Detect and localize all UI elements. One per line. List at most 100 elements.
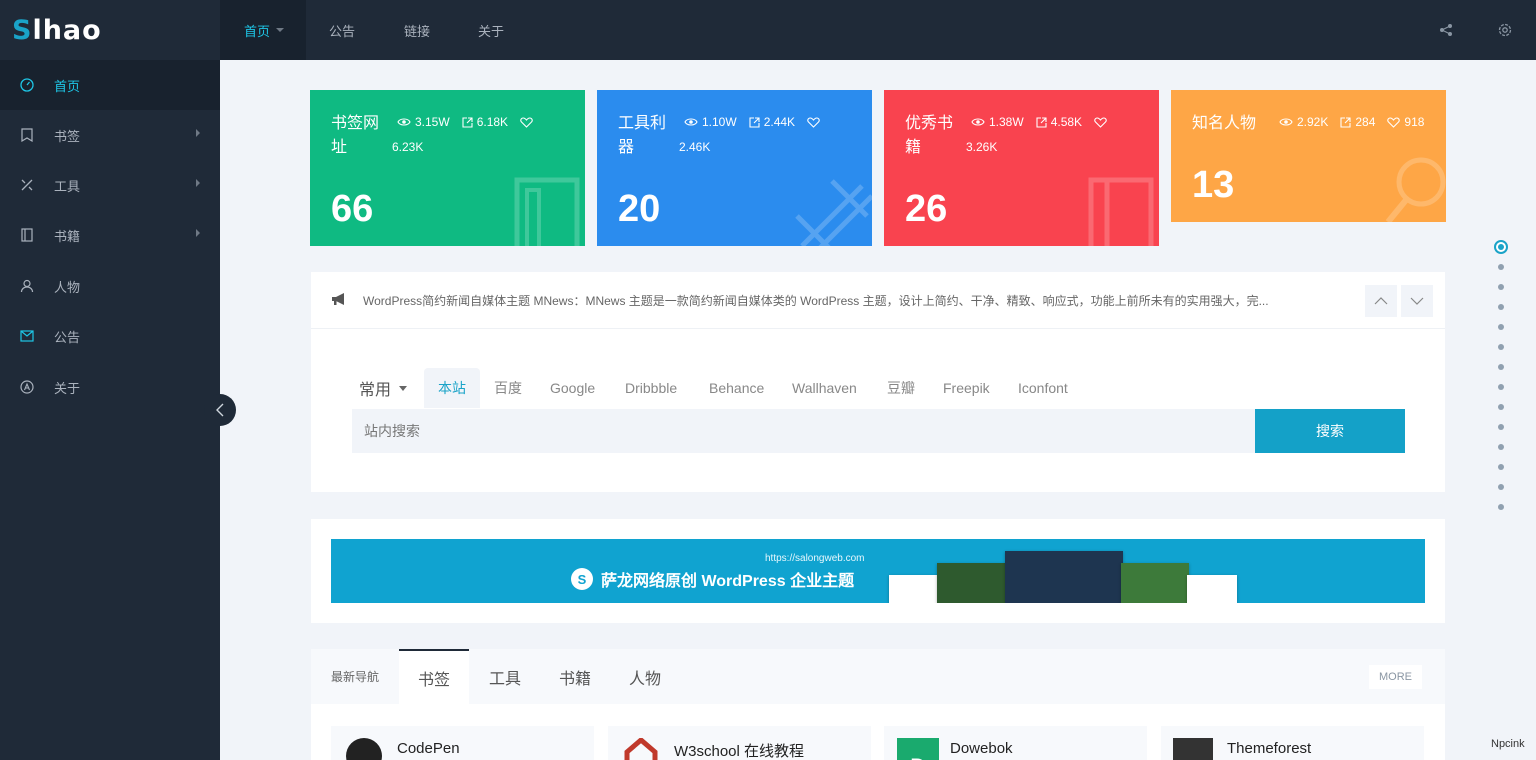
topnav-about[interactable]: 关于 xyxy=(478,0,504,60)
site-name: Themeforest xyxy=(1227,740,1312,757)
scroll-dot[interactable] xyxy=(1498,324,1504,330)
eye-icon xyxy=(684,118,698,126)
chevron-right-icon xyxy=(196,229,200,237)
sidebar-item-people[interactable]: 人物 xyxy=(0,261,220,311)
logo-text: lhao xyxy=(32,14,102,46)
search-engine-label: Freepik xyxy=(943,380,990,396)
scroll-dot[interactable] xyxy=(1498,304,1504,310)
links-count: 2.44K xyxy=(763,115,796,129)
topnav-home[interactable]: 首页 xyxy=(220,0,306,60)
share-icon xyxy=(1440,24,1452,36)
search-engine-label: Behance xyxy=(709,380,765,396)
card-stats: 3.15W 6.18K xyxy=(397,115,533,129)
sidebar-item-tools[interactable]: 工具 xyxy=(0,160,220,210)
scroll-dot[interactable] xyxy=(1498,364,1504,370)
sidebar-collapse-button[interactable] xyxy=(204,394,236,426)
dowebok-icon: D xyxy=(897,738,939,760)
tab-bookmarks[interactable]: 书签 xyxy=(399,649,469,704)
search-engine-wallhaven[interactable]: Wallhaven xyxy=(792,368,857,408)
sidebar-item-home[interactable]: 首页 xyxy=(0,60,220,110)
scroll-dot[interactable] xyxy=(1494,240,1508,254)
scroll-dot[interactable] xyxy=(1498,384,1504,390)
search-engine-google[interactable]: Google xyxy=(550,368,595,408)
scroll-dot[interactable] xyxy=(1498,264,1504,270)
search-engine-label: Google xyxy=(550,380,596,396)
sidebar-item-about[interactable]: 关于 xyxy=(0,362,220,412)
share-button[interactable] xyxy=(1439,0,1453,60)
search-engine-label: Wallhaven xyxy=(792,380,857,396)
scroll-dot[interactable] xyxy=(1498,404,1504,410)
notice-text[interactable]: WordPress简约新闻自媒体主题 MNews：MNews 主题是一款简约新闻… xyxy=(363,292,1269,309)
eye-icon xyxy=(1279,118,1293,126)
chevron-right-icon xyxy=(196,129,200,137)
search-button[interactable]: 搜索 xyxy=(1255,409,1405,453)
stat-card-people[interactable]: 知名人物 2.92K 284 918 13 xyxy=(1171,90,1446,222)
card-title: 知名人物 xyxy=(1192,115,1257,132)
scroll-dot[interactable] xyxy=(1498,444,1504,450)
search-input[interactable] xyxy=(352,409,1256,453)
banner-url: https://salongweb.com xyxy=(765,553,865,564)
tab-books[interactable]: 书籍 xyxy=(559,649,591,704)
site-card-dowebok[interactable]: D Dowebok xyxy=(884,726,1147,760)
mail-icon xyxy=(20,329,34,343)
sidebar-item-notice[interactable]: 公告 xyxy=(0,311,220,361)
banner-screenshot xyxy=(1005,551,1123,603)
search-engine-behance[interactable]: Behance xyxy=(709,368,764,408)
tab-people[interactable]: 人物 xyxy=(629,649,661,704)
chevron-right-icon xyxy=(196,179,200,187)
site-logo[interactable]: Slhao xyxy=(0,0,220,60)
card-stats: 1.10W 2.44K xyxy=(684,115,820,129)
sidebar-item-label: 书签 xyxy=(54,128,81,144)
notice-prev-button[interactable] xyxy=(1365,285,1397,317)
tools-watermark-icon xyxy=(795,179,872,246)
stat-card-bookmarks[interactable]: 书签网址 3.15W 6.18K 6.23K 66 xyxy=(310,90,585,246)
stat-card-tools[interactable]: 工具利器 1.10W 2.44K 2.46K 20 xyxy=(597,90,872,246)
search-engine-dribbble[interactable]: Dribbble xyxy=(625,368,677,408)
book-watermark-icon xyxy=(1088,177,1154,246)
topnav-notice[interactable]: 公告 xyxy=(329,0,355,60)
search-engine-douban[interactable]: 豆瓣 xyxy=(887,368,915,408)
site-list: CodePen W3school 在线教程 D Dowebok Themefor… xyxy=(311,704,1445,760)
scroll-dot[interactable] xyxy=(1498,424,1504,430)
card-count: 26 xyxy=(905,188,948,230)
chevron-down-icon xyxy=(399,385,408,391)
search-engine-freepik[interactable]: Freepik xyxy=(943,368,990,408)
topnav-label: 链接 xyxy=(404,23,431,39)
site-card-w3school[interactable]: W3school 在线教程 xyxy=(608,726,871,760)
notice-next-button[interactable] xyxy=(1401,285,1433,317)
more-button[interactable]: MORE xyxy=(1369,665,1422,689)
topnav-links[interactable]: 链接 xyxy=(404,0,430,60)
sidebar-item-label: 公告 xyxy=(54,329,81,345)
search-engine-site[interactable]: 本站 xyxy=(424,368,480,408)
search-button-label: 搜索 xyxy=(1316,423,1344,439)
search-group-select[interactable]: 常用 xyxy=(359,368,408,408)
ad-banner[interactable]: https://salongweb.com S 萨龙网络原创 WordPress… xyxy=(331,539,1425,603)
likes-count: 2.46K xyxy=(679,140,711,154)
megaphone-icon xyxy=(332,293,344,305)
banner-screenshot xyxy=(937,563,1007,603)
stat-card-books[interactable]: 优秀书籍 1.38W 4.58K 3.26K 26 xyxy=(884,90,1159,246)
search-engine-baidu[interactable]: 百度 xyxy=(494,368,522,408)
card-count: 20 xyxy=(618,188,661,230)
sidebar-item-books[interactable]: 书籍 xyxy=(0,210,220,260)
banner-logo: S xyxy=(571,568,593,590)
scroll-dot[interactable] xyxy=(1498,344,1504,350)
sidebar-item-label: 人物 xyxy=(54,279,81,295)
scroll-dot[interactable] xyxy=(1498,464,1504,470)
scroll-dot[interactable] xyxy=(1498,504,1504,510)
tab-tools[interactable]: 工具 xyxy=(489,649,521,704)
settings-icon xyxy=(1498,23,1512,37)
search-engine-iconfont[interactable]: Iconfont xyxy=(1018,368,1068,408)
chevron-up-icon xyxy=(1374,297,1388,305)
book-icon xyxy=(20,228,34,242)
sidebar-item-bookmarks[interactable]: 书签 xyxy=(0,110,220,160)
card-title: 书签网址 xyxy=(331,115,380,156)
card-stats: 2.92K 284 918 xyxy=(1279,115,1424,129)
settings-button[interactable] xyxy=(1497,0,1513,60)
site-card-themeforest[interactable]: Themeforest xyxy=(1161,726,1424,760)
site-card-codepen[interactable]: CodePen xyxy=(331,726,594,760)
scroll-dot[interactable] xyxy=(1498,484,1504,490)
scroll-dot[interactable] xyxy=(1498,284,1504,290)
w3school-icon xyxy=(623,736,659,760)
bookmark-watermark-icon xyxy=(514,177,580,246)
